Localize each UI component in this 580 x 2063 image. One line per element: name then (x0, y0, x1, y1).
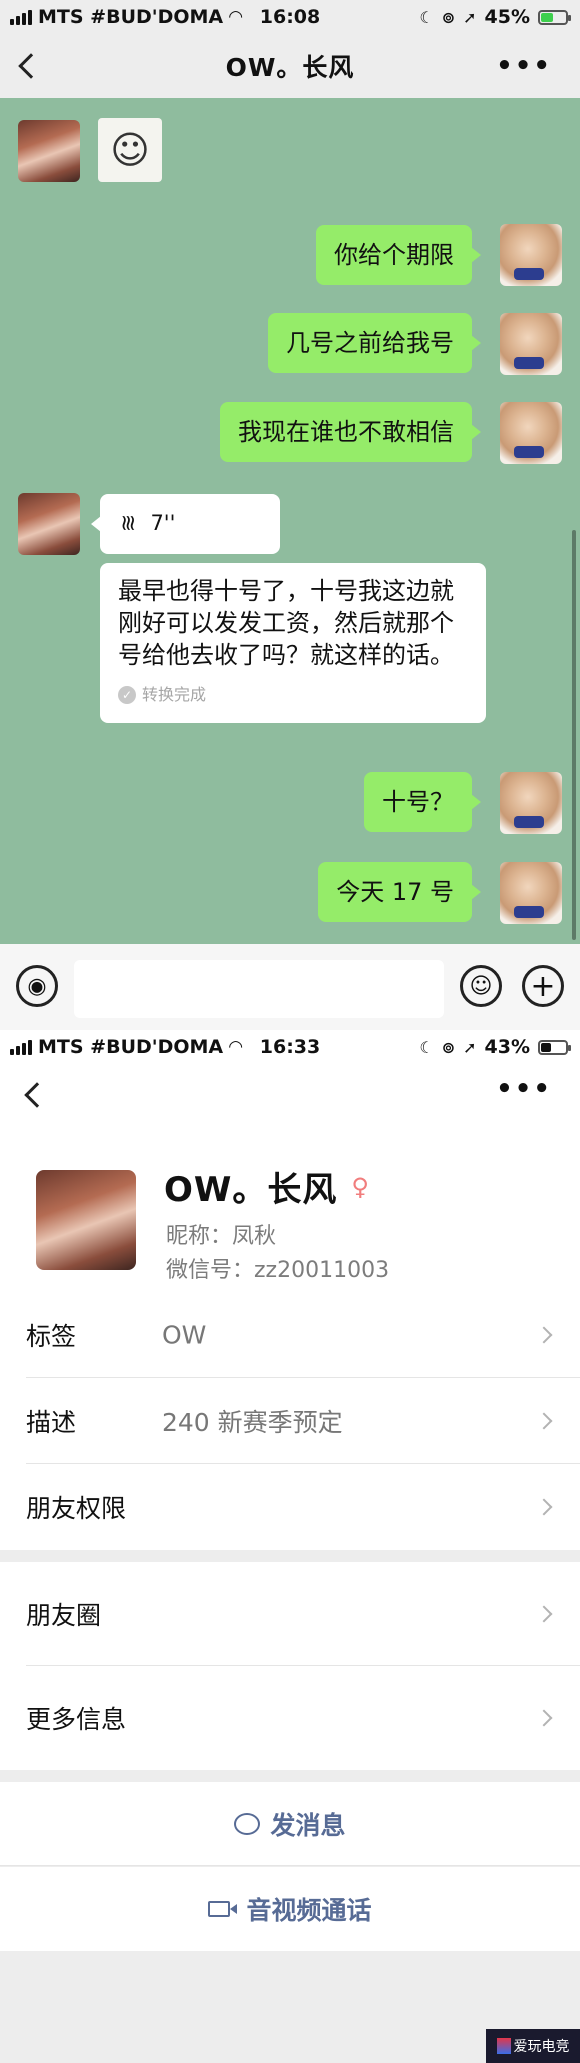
chat-screen: MTS #BUD'DOMA ◠ 16:08 ☾ ⊚ ➚ 45% OW。长风 ••… (0, 0, 580, 1030)
chevron-right-icon (535, 1605, 553, 1623)
chat-title: OW。长风 (225, 53, 355, 82)
moon-icon: ☾ (419, 7, 434, 27)
chevron-right-icon (535, 1498, 553, 1516)
row-label: 描述 (26, 1408, 77, 1437)
transcript-text: 最早也得十号了，十号我这边就刚好可以发发工资，然后就那个号给他去收了吗？就这样的… (118, 577, 454, 669)
row-more-info[interactable]: 更多信息 (0, 1666, 580, 1770)
row-value: OW (162, 1320, 207, 1350)
wifi-icon: ◠ (229, 1037, 243, 1057)
watermark-icon (496, 2038, 511, 2054)
row-label: 朋友圈 (26, 1601, 102, 1630)
voice-wave-icon: ≋ (115, 513, 141, 533)
row-friend-permissions[interactable]: 朋友权限 (0, 1464, 580, 1550)
more-icon[interactable]: ••• (496, 51, 552, 81)
status-bar: MTS #BUD'DOMA ◠ 16:33 ☾ ⊚ ➚ 43% (0, 1030, 580, 1064)
row-moments[interactable]: 朋友圈 (0, 1562, 580, 1666)
sticker-image[interactable]: ☺ (98, 118, 162, 182)
message-bubble[interactable]: 十号？ (364, 772, 481, 832)
my-avatar[interactable] (500, 862, 562, 924)
video-call-button[interactable]: 音视频通话 (0, 1867, 580, 1951)
video-call-label: 音视频通话 (246, 1896, 372, 1925)
transcript-status: ✓ 转换完成 (118, 679, 468, 711)
location-icon: ➚ (463, 7, 477, 27)
chat-bubble-icon (234, 1812, 261, 1835)
my-avatar[interactable] (500, 224, 562, 286)
battery-percent: 43% (484, 1036, 530, 1058)
location-icon: ➚ (463, 1037, 477, 1057)
row-tags[interactable]: 标签 OW (0, 1292, 580, 1378)
message-bubble[interactable]: 你给个期限 (316, 225, 481, 285)
profile-nickname: 昵称：凤秋 (166, 1224, 277, 1249)
video-camera-icon (208, 1901, 238, 1917)
my-avatar[interactable] (500, 313, 562, 375)
status-bar: MTS #BUD'DOMA ◠ 16:08 ☾ ⊚ ➚ 45% (0, 0, 580, 34)
signal-icon (10, 1039, 32, 1055)
row-description[interactable]: 描述 240 新赛季预定 (0, 1378, 580, 1464)
message-bubble[interactable]: 我现在谁也不敢相信 (220, 402, 481, 462)
profile-wechat-id: 微信号：zz20011003 (166, 1258, 390, 1283)
moon-icon: ☾ (419, 1037, 434, 1057)
profile-name-row: OW。长风 ♀ (164, 1162, 370, 1211)
message-bubble[interactable]: 几号之前给我号 (268, 313, 481, 373)
rotation-lock-icon: ⊚ (441, 1037, 456, 1057)
my-avatar[interactable] (500, 772, 562, 834)
more-icon[interactable]: ••• (496, 1074, 552, 1104)
message-input[interactable] (74, 960, 444, 1018)
send-message-button[interactable]: 发消息 (0, 1782, 580, 1866)
profile-name: OW。长风 (164, 1170, 338, 1210)
rotation-lock-icon: ⊚ (441, 7, 456, 27)
emoji-icon[interactable]: ☺ (460, 965, 502, 1007)
watermark-logo: 爱玩电竞 (486, 2029, 580, 2063)
send-message-label: 发消息 (270, 1810, 346, 1840)
check-icon: ✓ (118, 686, 136, 704)
profile-avatar[interactable] (36, 1170, 136, 1270)
row-label: 朋友权限 (26, 1494, 127, 1523)
wifi-icon: ◠ (229, 7, 243, 27)
profile-header: ••• OW。长风 ♀ 昵称：凤秋 微信号：zz20011003 (0, 1064, 580, 1322)
voice-transcript[interactable]: 最早也得十号了，十号我这边就刚好可以发发工资，然后就那个号给他去收了吗？就这样的… (100, 563, 486, 723)
chat-header: OW。长风 ••• (0, 34, 580, 98)
chevron-right-icon (535, 1709, 553, 1727)
transcript-status-label: 转换完成 (142, 685, 207, 704)
contact-avatar[interactable] (18, 120, 80, 182)
contact-avatar[interactable] (18, 493, 80, 555)
voice-input-icon[interactable]: ◉ (16, 965, 58, 1007)
back-icon[interactable] (24, 1082, 50, 1108)
message-bubble[interactable]: 今天 17 号 (318, 862, 481, 922)
carrier-label: MTS #BUD'DOMA (38, 6, 224, 28)
message-input-bar: ◉ ☺ + (0, 944, 580, 1030)
back-icon[interactable] (18, 53, 44, 79)
profile-screen: MTS #BUD'DOMA ◠ 16:33 ☾ ⊚ ➚ 43% ••• OW。长… (0, 1030, 580, 2063)
chat-scrollbar[interactable] (572, 530, 576, 940)
battery-percent: 45% (484, 6, 530, 28)
row-value: 240 新赛季预定 (162, 1408, 343, 1437)
voice-duration: 7'' (150, 511, 176, 535)
chevron-right-icon (535, 1326, 553, 1344)
battery-icon (538, 9, 571, 25)
battery-icon (538, 1039, 571, 1055)
female-icon: ♀ (351, 1172, 370, 1201)
carrier-label: MTS #BUD'DOMA (38, 1036, 224, 1058)
my-avatar[interactable] (500, 402, 562, 464)
row-label: 标签 (26, 1322, 77, 1351)
add-icon[interactable]: + (522, 965, 564, 1007)
voice-message[interactable]: ≋ 7'' (91, 494, 280, 554)
chevron-right-icon (535, 1412, 553, 1430)
watermark-text: 爱玩电竞 (513, 2039, 570, 2055)
row-label: 更多信息 (26, 1705, 127, 1734)
signal-icon (10, 9, 32, 25)
